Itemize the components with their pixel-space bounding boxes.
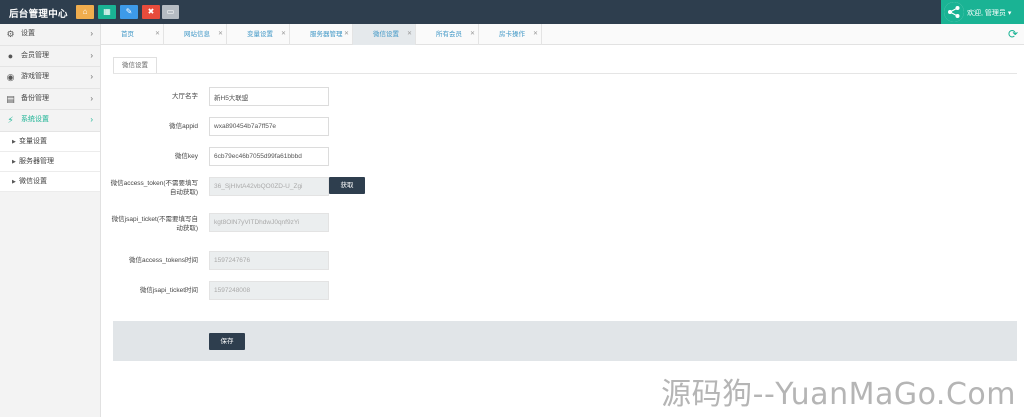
panel-tab-wechat-settings[interactable]: 微信设置 [113, 57, 157, 74]
home-icon[interactable]: ⌂ [76, 5, 94, 19]
share-avatar-icon [944, 2, 964, 22]
appid-input[interactable] [209, 117, 329, 136]
grid-icon[interactable]: ▦ [98, 5, 116, 19]
tab-servers[interactable]: 服务器管理 ✕ [290, 24, 353, 45]
users-icon: ● [7, 50, 14, 61]
tab-label: 所有会员 [436, 31, 462, 38]
chevron-right-icon: › [90, 72, 93, 81]
sidebar-subitem-label: 微信设置 [19, 177, 47, 185]
jsapi-ticket-time-label: 微信jsapi_ticket时间 [139, 287, 198, 294]
chevron-down-icon: › [90, 115, 93, 124]
sidebar-subitem-variables[interactable]: ▶ 变量设置 [0, 131, 100, 152]
sidebar-item-label: 设置 [21, 30, 35, 37]
sidebar-subitem-label: 服务器管理 [19, 157, 54, 165]
access-tokens-time-input[interactable] [209, 251, 329, 270]
sidebar-item-settings[interactable]: ⚙ 设置 › [0, 24, 100, 46]
caret-right-icon: ▶ [12, 178, 16, 185]
tab-label: 房卡操作 [499, 31, 525, 38]
app-title: 后台管理中心 [9, 9, 68, 20]
access-token-label: 微信access_token(不需要填写自动获取) [110, 180, 198, 196]
hall-name-label: 大厅名字 [172, 93, 198, 100]
save-button[interactable]: 保存 [209, 333, 245, 350]
appid-label: 微信appid [169, 123, 198, 130]
sidebar-subitem-wechat[interactable]: ▶ 微信设置 [0, 171, 100, 192]
caret-right-icon: ▶ [12, 158, 16, 165]
soccer-icon: ◉ [6, 72, 15, 82]
watermark: 源码狗--YuanMaGo.Com [661, 377, 1016, 412]
sidebar: ⚙ 设置 › ● 会员管理 › ◉ 游戏管理 › ▤ 备份管理 › ⚡ 系统设置… [0, 24, 101, 417]
jsapi-ticket-label: 微信jsapi_ticket(不需要填写自动获取) [111, 216, 198, 232]
tab-bar: 首页 ✕ 网站信息 ✕ 变量设置 ✕ 服务器管理 ✕ 微信设置 ✕ 所有会员 ✕ 房卡操作 ✕… [101, 24, 1024, 45]
caret-right-icon: ▶ [12, 138, 16, 145]
tab-room-card[interactable]: 房卡操作 ✕ [479, 24, 542, 45]
close-icon[interactable]: ✕ [344, 24, 349, 45]
close-icon[interactable]: ✕ [155, 24, 160, 45]
sidebar-item-system-settings[interactable]: ⚡ 系统设置 › [0, 110, 100, 132]
user-menu[interactable]: 欢迎, 管理员 ▾ [941, 0, 1024, 24]
sidebar-item-backup[interactable]: ▤ 备份管理 › [0, 89, 100, 110]
plug-icon: ⚡ [7, 115, 14, 125]
sidebar-item-games[interactable]: ◉ 游戏管理 › [0, 67, 100, 89]
tab-label: 微信设置 [373, 31, 399, 38]
gear-icon: ⚙ [6, 29, 15, 39]
sidebar-item-label: 会员管理 [21, 51, 49, 59]
chevron-right-icon: › [90, 29, 93, 38]
sidebar-item-label: 系统设置 [21, 116, 49, 123]
tab-label: 网站信息 [184, 31, 210, 38]
sidebar-subitem-servers[interactable]: ▶ 服务器管理 [0, 151, 100, 172]
close-icon[interactable]: ✕ [218, 24, 223, 45]
access-token-input[interactable] [209, 177, 329, 196]
window-icon[interactable]: ▭ [162, 5, 179, 19]
sidebar-subitem-label: 变量设置 [19, 137, 47, 145]
key-input[interactable] [209, 147, 329, 166]
top-navbar: 后台管理中心 ⌂ ▦ ✎ ✖ ▭ 欢迎, 管理员 ▾ [0, 0, 1024, 24]
sidebar-item-label: 备份管理 [21, 94, 49, 102]
close-icon[interactable]: ✕ [281, 24, 286, 45]
close-icon[interactable]: ✕ [470, 24, 475, 45]
tab-home[interactable]: 首页 ✕ [101, 24, 164, 45]
key-label: 微信key [174, 153, 198, 160]
backup-icon: ▤ [6, 93, 15, 104]
access-tokens-time-label: 微信access_tokens时间 [129, 257, 198, 264]
tab-variables[interactable]: 变量设置 ✕ [227, 24, 290, 45]
close-icon[interactable]: ✕ [533, 24, 538, 45]
welcome-text: 欢迎, 管理员 ▾ [967, 10, 1012, 17]
tab-site-info[interactable]: 网站信息 ✕ [164, 24, 227, 45]
tab-label: 首页 [121, 31, 134, 38]
tab-all-members[interactable]: 所有会员 ✕ [416, 24, 479, 45]
divider [113, 73, 1017, 74]
close-icon[interactable]: ✕ [407, 24, 412, 45]
chevron-right-icon: › [90, 50, 93, 60]
delete-icon[interactable]: ✖ [142, 5, 160, 19]
refresh-icon[interactable]: ⟳ [1008, 27, 1018, 41]
edit-icon[interactable]: ✎ [120, 5, 138, 19]
tab-label: 服务器管理 [310, 31, 343, 38]
jsapi-ticket-input[interactable] [209, 213, 329, 232]
tab-wechat-settings[interactable]: 微信设置 ✕ [353, 24, 416, 45]
fetch-token-button[interactable]: 获取 [329, 177, 365, 194]
form-actions: 保存 [113, 321, 1017, 361]
sidebar-item-members[interactable]: ● 会员管理 › [0, 46, 100, 67]
jsapi-ticket-time-input[interactable] [209, 281, 329, 300]
chevron-right-icon: › [90, 93, 93, 103]
hall-name-input[interactable] [209, 87, 329, 106]
tab-label: 变量设置 [247, 31, 273, 38]
sidebar-item-label: 游戏管理 [21, 73, 49, 80]
